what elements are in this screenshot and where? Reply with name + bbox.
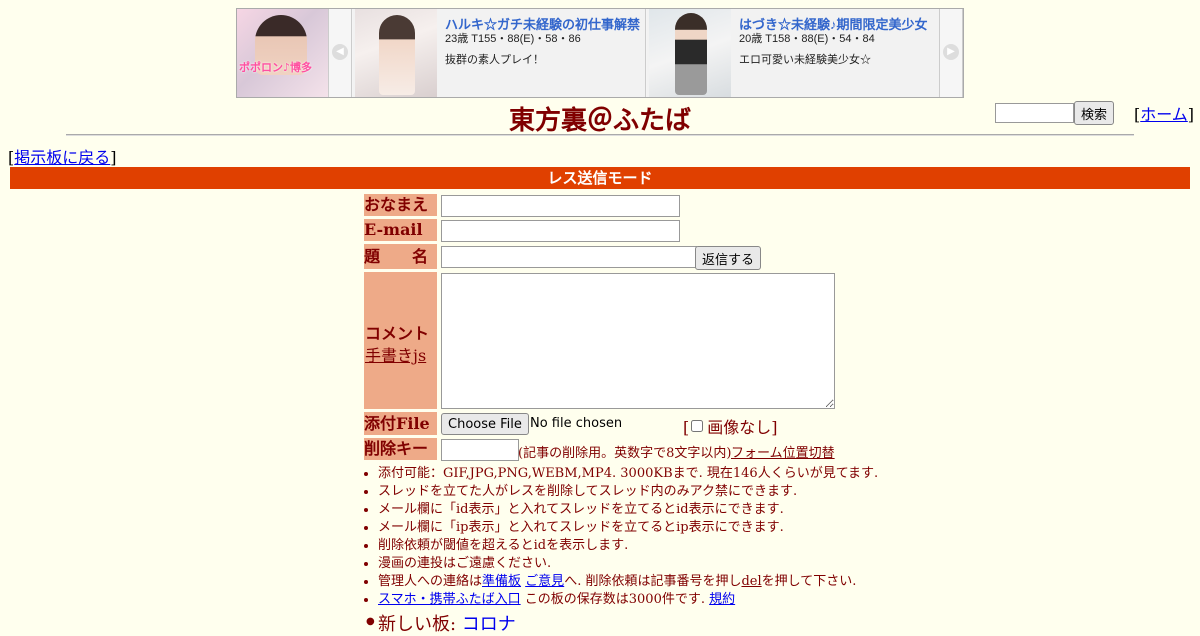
comment-label: コメント bbox=[365, 324, 430, 343]
back-link-wrapper: [掲示板に戻る] bbox=[8, 148, 117, 167]
note-item: 漫画の連投はご遠慮ください. bbox=[378, 555, 878, 573]
delkey-label: 削除キー bbox=[364, 438, 437, 460]
delete-key-input[interactable] bbox=[441, 439, 519, 461]
mobile-note-text: この板の保存数は3000件です. bbox=[520, 592, 710, 607]
ad-prev-button[interactable]: ◀ bbox=[328, 9, 352, 97]
note-item: スレッドを立てた人がレスを削除してスレッド内のみアク禁にできます. bbox=[378, 483, 878, 501]
subject-input[interactable] bbox=[441, 246, 697, 268]
ad-item[interactable]: はづき☆未経験♪期間限定美少女 20歳 T158・88(E)・54・84 エロ可… bbox=[647, 9, 939, 97]
note-item-contact: 管理人への連絡は準備板 ご意見へ. 削除依頼は記事番号を押しdelを押して下さい… bbox=[378, 573, 878, 591]
ad-item-spec: 20歳 T158・88(E)・54・84 bbox=[739, 33, 875, 45]
note-item: メール欄に「ip表示」と入れてスレッドを立てるとip表示にできます. bbox=[378, 519, 878, 537]
contact-suffix: を押して下さい. bbox=[761, 574, 857, 589]
contact-prefix: 管理人への連絡は bbox=[378, 574, 483, 589]
mobile-entry-link[interactable]: スマホ・携帯ふたば入口 bbox=[378, 592, 521, 607]
no-image-option: [画像なし] bbox=[683, 418, 778, 437]
prep-board-link[interactable]: 準備板 bbox=[482, 574, 521, 589]
note-item: メール欄に「id表示」と入れてスレッドを立てるとid表示にできます. bbox=[378, 501, 878, 519]
notes-list: 添付可能：GIF,JPG,PNG,WEBM,MP4. 3000KBまで. 現在1… bbox=[360, 465, 878, 609]
email-label: E-mail bbox=[364, 219, 437, 241]
submit-reply-button[interactable]: 返信する bbox=[695, 246, 762, 270]
note-item: 添付可能：GIF,JPG,PNG,WEBM,MP4. 3000KBまで. 現在1… bbox=[378, 465, 878, 483]
note-item-mobile: スマホ・携帯ふたば入口 この板の保存数は3000件です. 規約 bbox=[378, 591, 878, 609]
home-link-wrapper: [ホーム] bbox=[1134, 105, 1195, 124]
name-input[interactable] bbox=[441, 195, 680, 217]
del-link[interactable]: del bbox=[741, 574, 761, 589]
search-button[interactable]: 検索 bbox=[1074, 101, 1115, 125]
rules-link[interactable]: 規約 bbox=[709, 592, 735, 607]
feedback-link[interactable]: ご意見 bbox=[525, 574, 564, 589]
new-board-link[interactable]: コロナ bbox=[462, 614, 516, 635]
home-link[interactable]: ホーム bbox=[1140, 105, 1188, 124]
ad-banner[interactable]: ポポロン♪博多 ◀ ハルキ☆ガチ未経験の初仕事解禁 23歳 T155・88(E)… bbox=[236, 8, 964, 98]
ad-next-button[interactable]: ▶ bbox=[939, 9, 963, 97]
name-label: おなまえ bbox=[364, 194, 437, 216]
search-form: 検索 bbox=[995, 101, 1115, 125]
subject-label: 題 名 bbox=[364, 244, 437, 269]
ad-item[interactable]: ハルキ☆ガチ未経験の初仕事解禁 23歳 T155・88(E)・58・86 抜群の… bbox=[353, 9, 646, 97]
comment-textarea[interactable] bbox=[441, 273, 835, 409]
delkey-note: (記事の削除用。英数字で8文字以内) bbox=[518, 446, 732, 461]
chevron-right-icon: ▶ bbox=[943, 44, 959, 60]
no-image-checkbox[interactable] bbox=[691, 420, 704, 432]
back-to-board-link[interactable]: 掲示板に戻る bbox=[14, 148, 110, 167]
handwrite-link[interactable]: 手書きjs bbox=[365, 342, 426, 366]
contact-middle: へ. 削除依頼は記事番号を押し bbox=[564, 574, 742, 589]
form-position-toggle-link[interactable]: フォーム位置切替 bbox=[731, 442, 835, 461]
divider bbox=[66, 134, 1134, 136]
new-board-label: 新しい板: bbox=[378, 614, 462, 635]
ad-item-desc: 抜群の素人プレイ！ bbox=[445, 54, 544, 66]
ad-item-desc: エロ可愛い未経験美少女☆ bbox=[739, 54, 871, 66]
note-item: 削除依頼が閾値を超えるとidを表示します. bbox=[378, 537, 878, 555]
chevron-left-icon: ◀ bbox=[332, 44, 348, 60]
no-file-text: No file chosen bbox=[530, 416, 623, 431]
new-board-line: ● 新しい板: コロナ bbox=[366, 614, 516, 635]
ad-logo-text: ポポロン♪博多 bbox=[239, 61, 313, 74]
comment-label-cell: コメント 手書きjs bbox=[364, 272, 437, 409]
ad-logo-image[interactable]: ポポロン♪博多 bbox=[237, 9, 328, 97]
ad-item-photo bbox=[649, 9, 731, 97]
no-image-label: 画像なし bbox=[707, 418, 772, 437]
email-input[interactable] bbox=[441, 220, 680, 242]
search-input[interactable] bbox=[995, 103, 1074, 123]
ad-item-spec: 23歳 T155・88(E)・58・86 bbox=[445, 33, 581, 45]
ad-item-photo bbox=[355, 9, 437, 97]
choose-file-button[interactable]: Choose File bbox=[441, 413, 529, 435]
mode-bar: レス送信モード bbox=[10, 167, 1190, 189]
file-label: 添付File bbox=[364, 412, 437, 435]
